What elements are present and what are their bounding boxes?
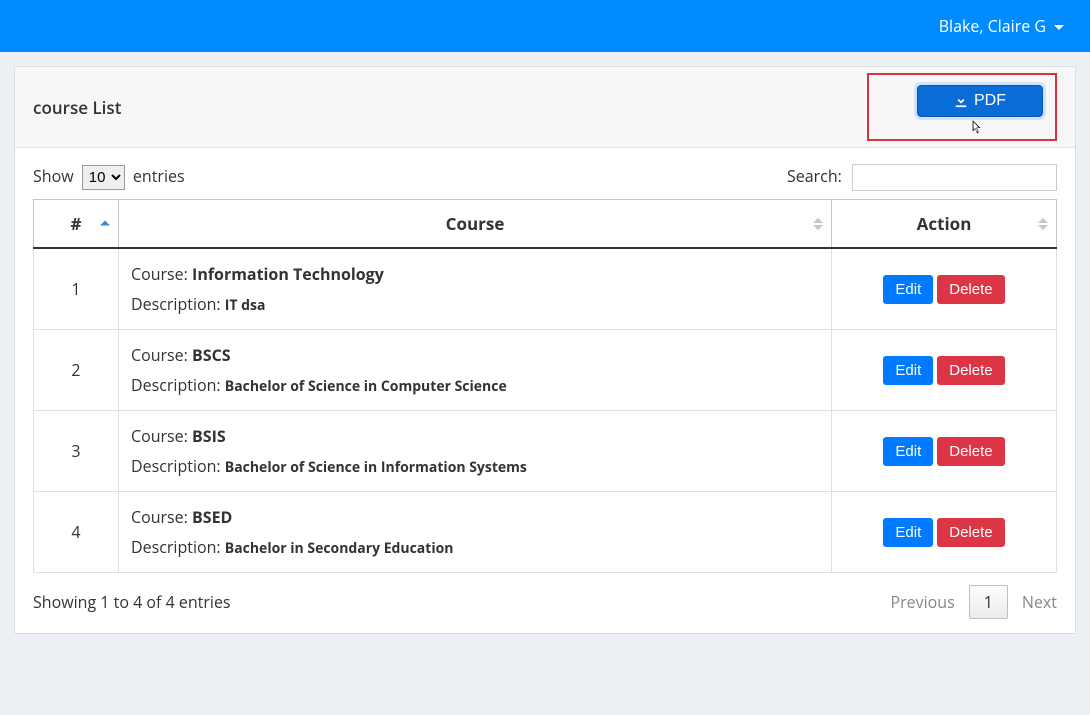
course-name: BSED [192,506,232,528]
pdf-button-label: PDF [974,92,1006,110]
delete-button[interactable]: Delete [937,518,1004,547]
course-label: Course: [131,344,192,366]
col-header-num[interactable]: # [34,200,119,249]
row-course-cell: Course: BSED Description: Bachelor in Sec… [119,492,832,573]
panel-header: course List PDF [15,67,1075,148]
user-menu[interactable]: Blake, Claire G [939,15,1064,37]
course-description: IT dsa [225,296,266,315]
row-number: 4 [34,492,119,573]
page-size-select[interactable]: 10 [82,165,125,190]
page-number-1[interactable]: 1 [969,585,1008,619]
panel-body: Show 10 entries Search: # [15,148,1075,633]
edit-button[interactable]: Edit [883,518,933,547]
course-name: BSCS [192,344,231,366]
row-course-cell: Course: Information Technology Descriptio… [119,248,832,330]
course-name: BSIS [192,425,226,447]
edit-button[interactable]: Edit [883,356,933,385]
content-area: course List PDF Show 1 [0,52,1090,648]
search-input[interactable] [852,164,1057,191]
table-row: 3 Course: BSIS Description: Bachelor of Sc… [34,411,1057,492]
delete-button[interactable]: Delete [937,356,1004,385]
course-table: # Course Action [33,199,1057,573]
delete-button[interactable]: Delete [937,437,1004,466]
page-size-control: Show 10 entries [33,165,185,190]
course-description: Bachelor in Secondary Education [225,539,454,558]
row-number: 2 [34,330,119,411]
course-list-panel: course List PDF Show 1 [14,66,1076,634]
search-control: Search: [787,164,1057,191]
course-description: Bachelor of Science in Information Syste… [225,458,527,477]
pdf-highlight-box: PDF [867,73,1057,141]
export-pdf-button[interactable]: PDF [917,85,1043,117]
entries-info: Showing 1 to 4 of 4 entries [33,591,231,613]
sort-icon [813,218,823,230]
download-icon [954,94,968,108]
row-action-cell: EditDelete [832,492,1057,573]
row-number: 3 [34,411,119,492]
description-label: Description: [131,293,225,315]
course-label: Course: [131,425,192,447]
show-label: Show [33,165,74,187]
edit-button[interactable]: Edit [883,437,933,466]
top-navbar: Blake, Claire G [0,0,1090,52]
table-footer: Showing 1 to 4 of 4 entries Previous 1 N… [33,585,1057,619]
panel-title: course List [33,96,121,119]
table-row: 2 Course: BSCS Description: Bachelor of Sc… [34,330,1057,411]
sort-icon [1038,218,1048,230]
col-header-action[interactable]: Action [832,200,1057,249]
pagination: Previous 1 Next [890,585,1057,619]
table-row: 4 Course: BSED Description: Bachelor in Se… [34,492,1057,573]
description-label: Description: [131,374,225,396]
search-label: Search: [787,165,842,187]
prev-page-button[interactable]: Previous [890,591,954,613]
description-label: Description: [131,455,225,477]
cursor-icon [970,119,984,137]
entries-label: entries [133,165,185,187]
next-page-button[interactable]: Next [1022,591,1057,613]
description-label: Description: [131,536,225,558]
table-toolbar: Show 10 entries Search: [33,164,1057,191]
table-row: 1 Course: Information Technology Descripti… [34,248,1057,330]
row-action-cell: EditDelete [832,411,1057,492]
row-number: 1 [34,248,119,330]
course-name: Information Technology [192,263,384,285]
course-label: Course: [131,263,192,285]
course-label: Course: [131,506,192,528]
edit-button[interactable]: Edit [883,275,933,304]
row-action-cell: EditDelete [832,248,1057,330]
course-description: Bachelor of Science in Computer Science [225,377,507,396]
sort-icon [100,220,110,227]
row-course-cell: Course: BSIS Description: Bachelor of Sci… [119,411,832,492]
row-action-cell: EditDelete [832,330,1057,411]
row-course-cell: Course: BSCS Description: Bachelor of Sci… [119,330,832,411]
user-name: Blake, Claire G [939,15,1046,37]
delete-button[interactable]: Delete [937,275,1004,304]
chevron-down-icon [1054,25,1064,30]
col-header-course[interactable]: Course [119,200,832,249]
